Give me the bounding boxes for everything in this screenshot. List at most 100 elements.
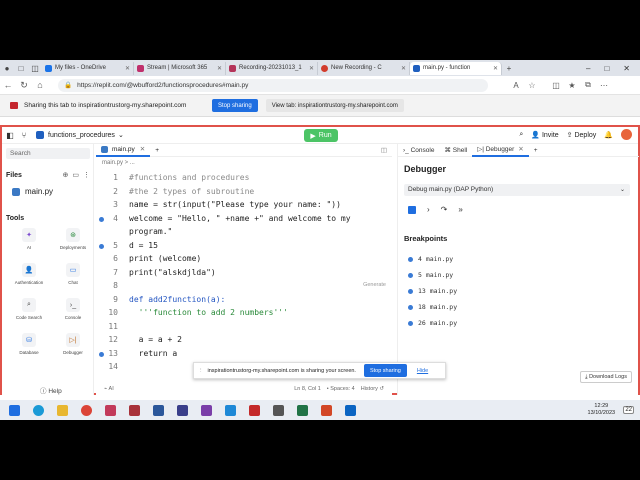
tool-chat[interactable]: ▭ Chat — [54, 263, 92, 285]
tab-main-py[interactable]: main.py ✕ — [96, 144, 151, 157]
workspaces-icon[interactable]: □ — [14, 61, 28, 75]
browser-tab[interactable]: Stream | Microsoft 365 ✕ — [134, 61, 226, 75]
help-button[interactable]: ⓘ Help — [40, 385, 62, 395]
notifications-icon[interactable]: 🔔 — [604, 131, 613, 139]
maximize-icon[interactable]: □ — [604, 64, 609, 73]
sidebar-toggle-icon[interactable]: ◧ — [4, 131, 16, 140]
edge-icon[interactable] — [28, 402, 48, 418]
tool-debugger[interactable]: ▷| Debugger — [54, 333, 92, 355]
tab-debugger[interactable]: ▷| Debugger ✕ — [472, 144, 529, 157]
close-icon[interactable]: ✕ — [217, 65, 222, 72]
refresh-icon[interactable]: ↻ — [16, 80, 32, 91]
app-icon[interactable] — [172, 402, 192, 418]
repo-selector[interactable]: functions_procedures ⌄ — [36, 131, 124, 139]
tab-actions-icon[interactable]: ◫ — [28, 61, 42, 75]
app-icon[interactable] — [268, 402, 288, 418]
tool-deployments[interactable]: ⊛ Deployments — [54, 228, 92, 250]
close-icon[interactable]: ✕ — [518, 145, 523, 153]
more-icon[interactable]: ⋮ — [83, 171, 90, 179]
hide-button[interactable]: Hide — [417, 368, 428, 374]
step-over-icon[interactable]: ↷ — [441, 205, 448, 214]
debug-config-select[interactable]: Debug main.py (DAP Python) ⌄ — [404, 184, 630, 196]
app-icon[interactable] — [124, 402, 144, 418]
deploy-button[interactable]: ⇪ Deploy — [567, 131, 597, 139]
code-line[interactable]: 2 #the 2 types of subroutine — [96, 185, 392, 199]
tool-ai[interactable]: ✦ AI — [10, 228, 48, 250]
code-line[interactable]: 1 #functions and procedures — [96, 171, 392, 185]
tab-console[interactable]: ›_ Console — [398, 144, 439, 157]
code-lines[interactable]: 1 #functions and procedures 2 #the 2 types … — [96, 171, 392, 371]
tool-console[interactable]: ›_ Console — [54, 298, 92, 320]
search-input[interactable]: Search — [6, 148, 90, 159]
code-line[interactable]: 3 name = str(input("Please type your name… — [96, 198, 392, 212]
close-icon[interactable]: ✕ — [493, 65, 498, 72]
code-line[interactable]: 5 d = 15 — [96, 239, 392, 253]
split-editor-icon[interactable]: ◫ — [376, 144, 392, 157]
close-icon[interactable]: ✕ — [401, 65, 406, 72]
new-folder-icon[interactable]: ▭ — [72, 171, 79, 179]
new-tab-icon[interactable]: + — [529, 144, 543, 157]
tool-database[interactable]: ⛁ Database — [10, 333, 48, 355]
tool-authentication[interactable]: 👤 Authentication — [10, 263, 48, 285]
file-item-main-py[interactable]: main.py — [12, 187, 53, 196]
new-tab-icon[interactable]: + — [502, 61, 516, 75]
favorites-icon[interactable]: ★ — [564, 81, 580, 90]
menu-icon[interactable]: ⋯ — [596, 81, 612, 90]
collections-icon[interactable]: ⧉ — [580, 80, 596, 90]
home-icon[interactable]: ⌂ — [32, 80, 48, 90]
stop-sharing-button[interactable]: Stop sharing — [363, 364, 407, 377]
code-line[interactable]: 8 Generate — [96, 279, 392, 293]
minimize-icon[interactable]: – — [586, 64, 590, 73]
code-line[interactable]: 9 def add2function(a): — [96, 293, 392, 307]
history-button[interactable]: History ↺ — [361, 386, 384, 392]
browser-tab[interactable]: New Recording - C ✕ — [318, 61, 410, 75]
new-file-icon[interactable]: ⊕ — [63, 171, 69, 179]
code-line[interactable]: 10 '''function to add 2 numbers''' — [96, 306, 392, 320]
powerpoint-icon[interactable] — [316, 402, 336, 418]
breakpoint-item[interactable]: 5 main.py — [408, 271, 453, 279]
view-tab-button[interactable]: View tab: inspirationtrustorg-my.sharepo… — [265, 99, 404, 112]
stop-sharing-button[interactable]: Stop sharing — [212, 99, 258, 112]
outlook-icon[interactable] — [340, 402, 360, 418]
tab-shell[interactable]: ⌘ Shell — [439, 144, 472, 157]
continue-icon[interactable]: › — [427, 205, 430, 214]
breakpoint-item[interactable]: 26 main.py — [408, 319, 457, 327]
vscode-icon[interactable] — [220, 402, 240, 418]
clock[interactable]: 12:29 13/10/2023 — [579, 403, 623, 417]
generate-hint[interactable]: Generate — [363, 279, 386, 293]
code-line[interactable]: 6 print (welcome) — [96, 252, 392, 266]
browser-tab-active[interactable]: main.py - function ✕ — [410, 61, 502, 75]
split-screen-icon[interactable]: ◫ — [548, 81, 564, 90]
start-icon[interactable] — [4, 402, 24, 418]
close-icon[interactable]: ✕ — [140, 145, 145, 153]
breakpoint-item[interactable]: 4 main.py — [408, 255, 453, 263]
branch-icon[interactable]: ⑂ — [18, 131, 30, 140]
step-into-icon[interactable]: » — [458, 205, 462, 214]
code-line[interactable]: 11 — [96, 320, 392, 334]
chrome-icon[interactable] — [76, 402, 96, 418]
code-line[interactable]: 12 a = a + 2 — [96, 333, 392, 347]
read-aloud-icon[interactable]: A — [508, 81, 524, 90]
download-logs-button[interactable]: ⤓ Download Logs — [580, 371, 632, 383]
new-tab-icon[interactable]: + — [150, 144, 164, 157]
url-field[interactable]: 🔒 https://replit.com/@wbufford2/functions… — [58, 78, 488, 92]
file-explorer-icon[interactable] — [52, 402, 72, 418]
drag-handle-icon[interactable]: ⋮ — [198, 368, 204, 374]
word-icon[interactable] — [148, 402, 168, 418]
snipping-tool-icon[interactable] — [100, 402, 120, 418]
favorite-icon[interactable]: ☆ — [524, 81, 540, 90]
cursor-position[interactable]: Ln 8, Col 1 — [294, 386, 321, 392]
code-line[interactable]: 13 return a — [96, 347, 392, 361]
run-button[interactable]: ▶ Run — [304, 129, 338, 142]
search-icon[interactable]: ⌕ — [519, 131, 523, 139]
code-line[interactable]: 7 print("alskdjlda") — [96, 266, 392, 280]
invite-button[interactable]: 👤 Invite — [531, 131, 558, 139]
ai-toggle[interactable]: ⌁ AI — [104, 386, 114, 392]
stop-icon[interactable] — [408, 205, 416, 214]
close-icon[interactable]: ✕ — [125, 65, 130, 72]
close-window-icon[interactable]: ✕ — [623, 64, 630, 73]
code-line[interactable]: 4 welcome = "Hello, " +name +" and welcom… — [96, 212, 392, 226]
app-icon[interactable] — [244, 402, 264, 418]
indent-setting[interactable]: • Spaces: 4 — [327, 386, 355, 392]
breakpoint-item[interactable]: 13 main.py — [408, 287, 457, 295]
